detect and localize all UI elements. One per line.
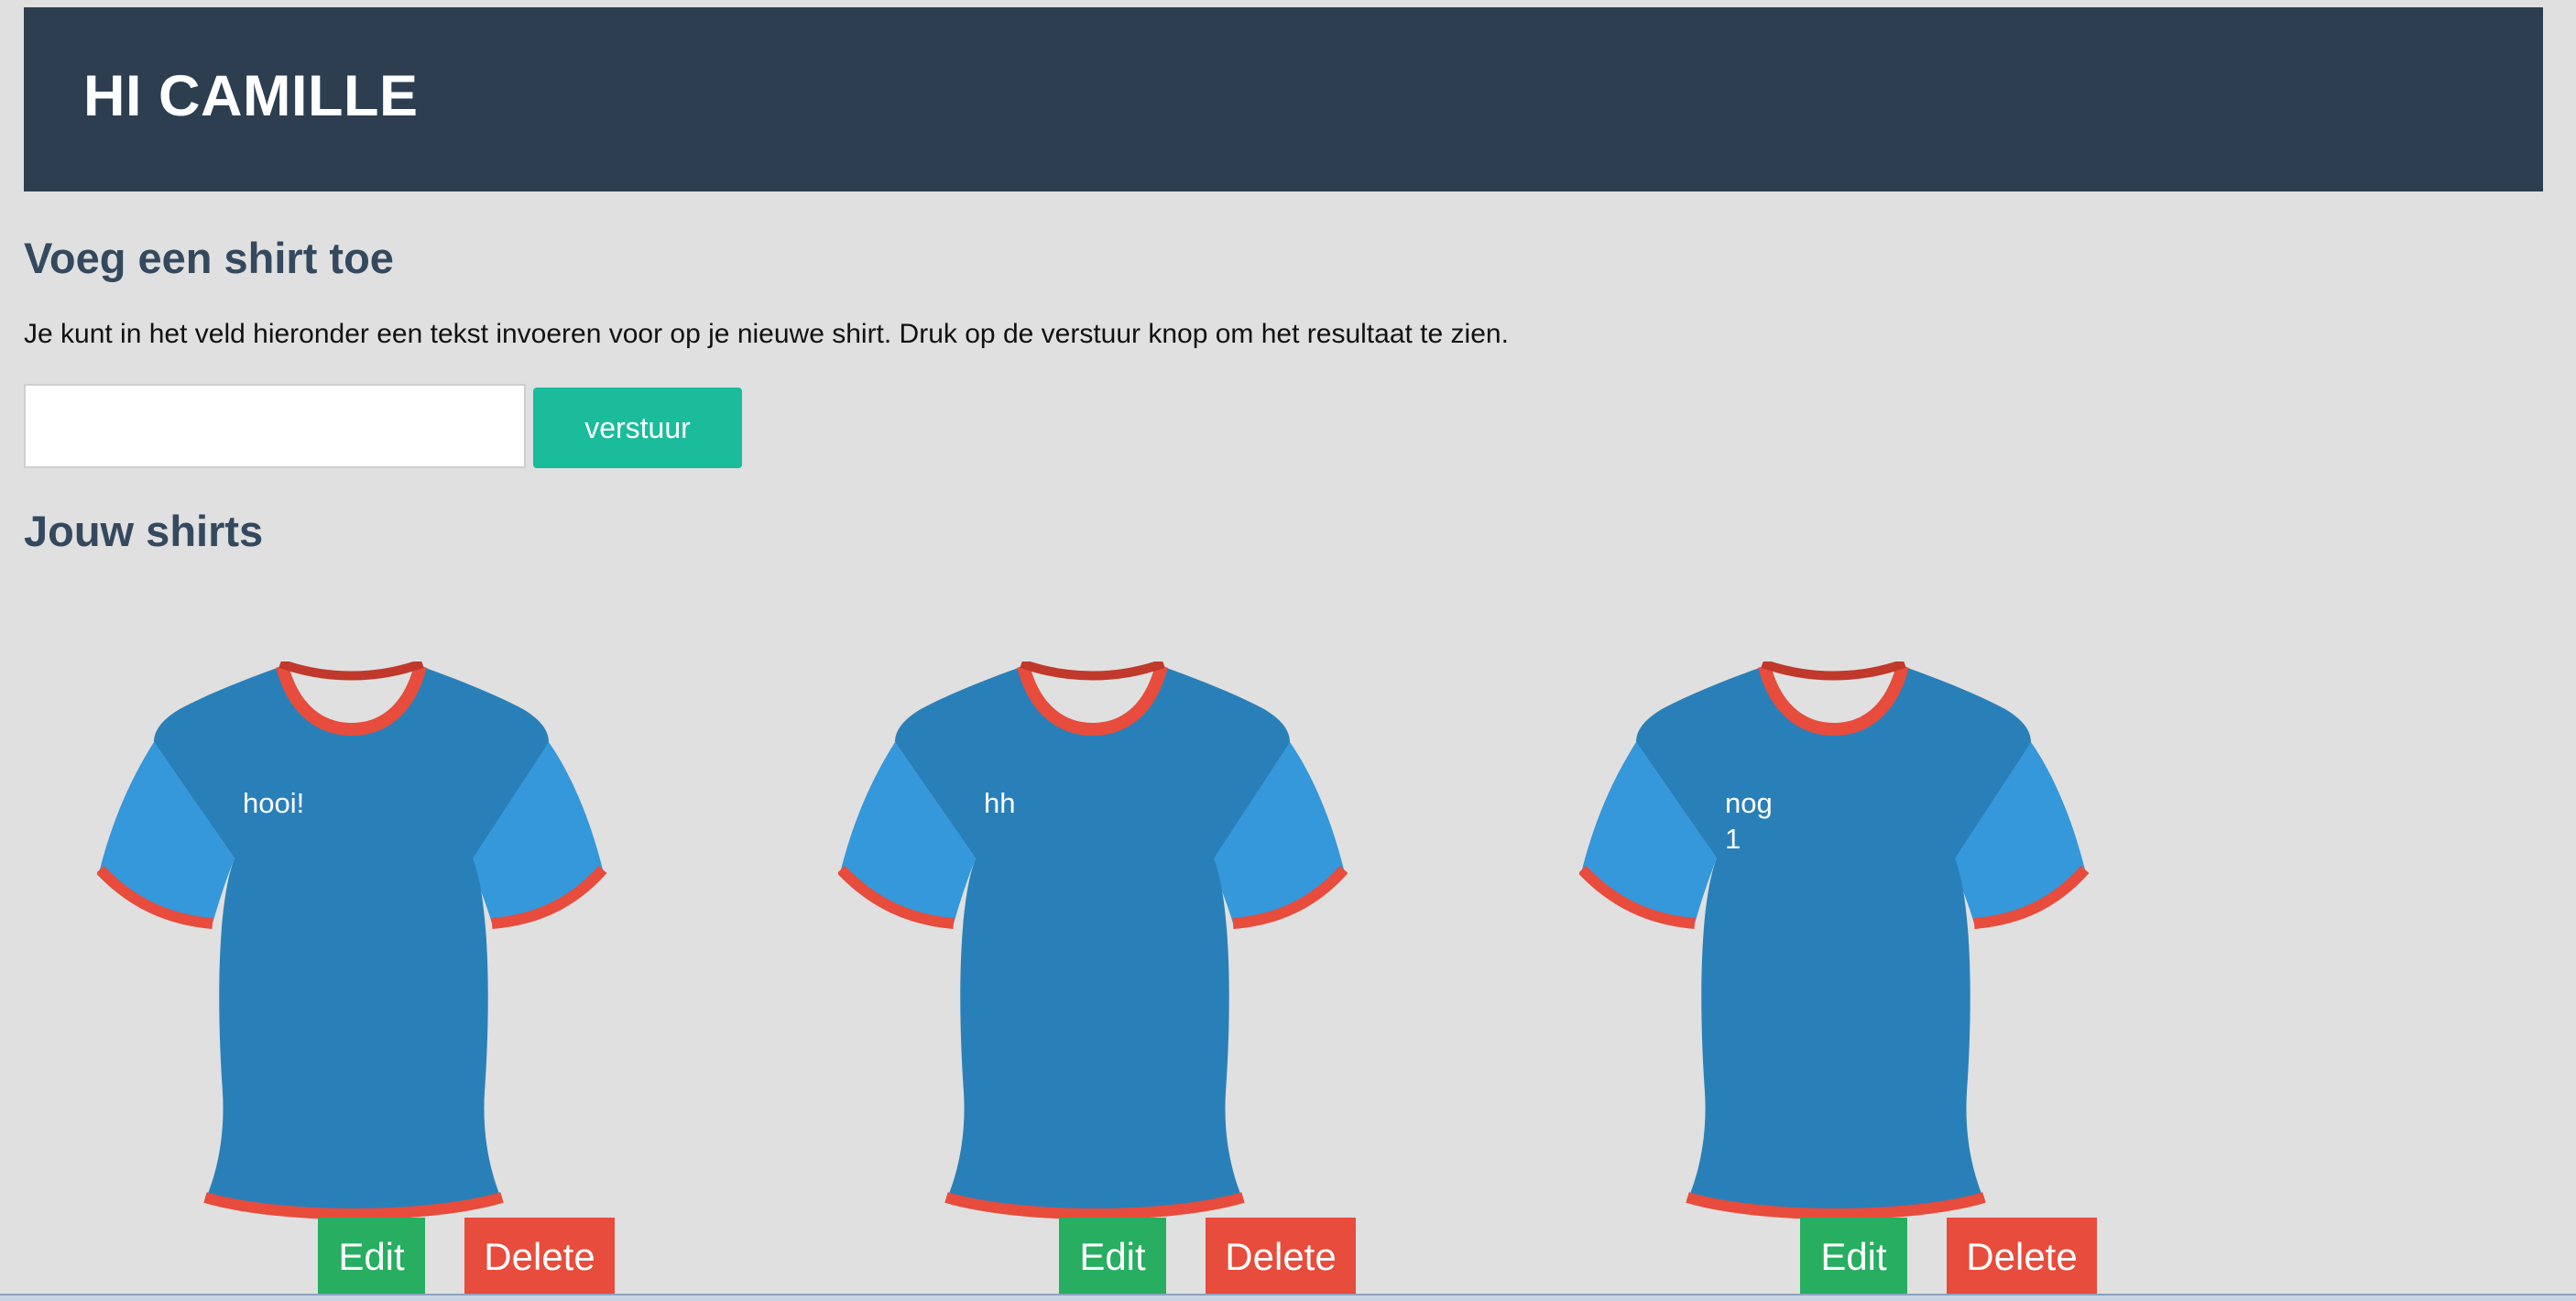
delete-button[interactable]: Delete: [464, 1218, 615, 1296]
tshirt-image: [1579, 661, 2090, 1219]
tshirt-image: [97, 661, 607, 1219]
submit-button[interactable]: verstuur: [533, 388, 742, 468]
delete-button[interactable]: Delete: [1947, 1218, 2097, 1296]
shirt-text: nog 1: [1725, 787, 1773, 855]
greeting-title: HI CAMILLE: [83, 64, 419, 128]
shirt-text: hh: [984, 787, 1016, 819]
tshirt-image: [838, 661, 1348, 1219]
edit-button[interactable]: Edit: [1059, 1218, 1166, 1296]
my-shirts-heading: Jouw shirts: [24, 507, 264, 555]
edit-button[interactable]: Edit: [318, 1218, 425, 1296]
shirt-text: hooi!: [243, 787, 305, 819]
shirt-card: nog 1 Edit Delete: [1579, 661, 2129, 1301]
shirt-text-input[interactable]: [24, 384, 526, 468]
add-shirt-heading: Voeg een shirt toe: [24, 234, 394, 282]
shirt-card: hh Edit Delete: [838, 661, 1388, 1301]
taskbar-edge: [0, 1294, 2576, 1301]
delete-button[interactable]: Delete: [1206, 1218, 1356, 1296]
edit-button[interactable]: Edit: [1800, 1218, 1907, 1296]
page-header: HI CAMILLE: [24, 7, 2543, 191]
shirt-card: hooi! Edit Delete: [97, 661, 647, 1301]
add-shirt-description: Je kunt in het veld hieronder een tekst …: [24, 319, 1509, 349]
